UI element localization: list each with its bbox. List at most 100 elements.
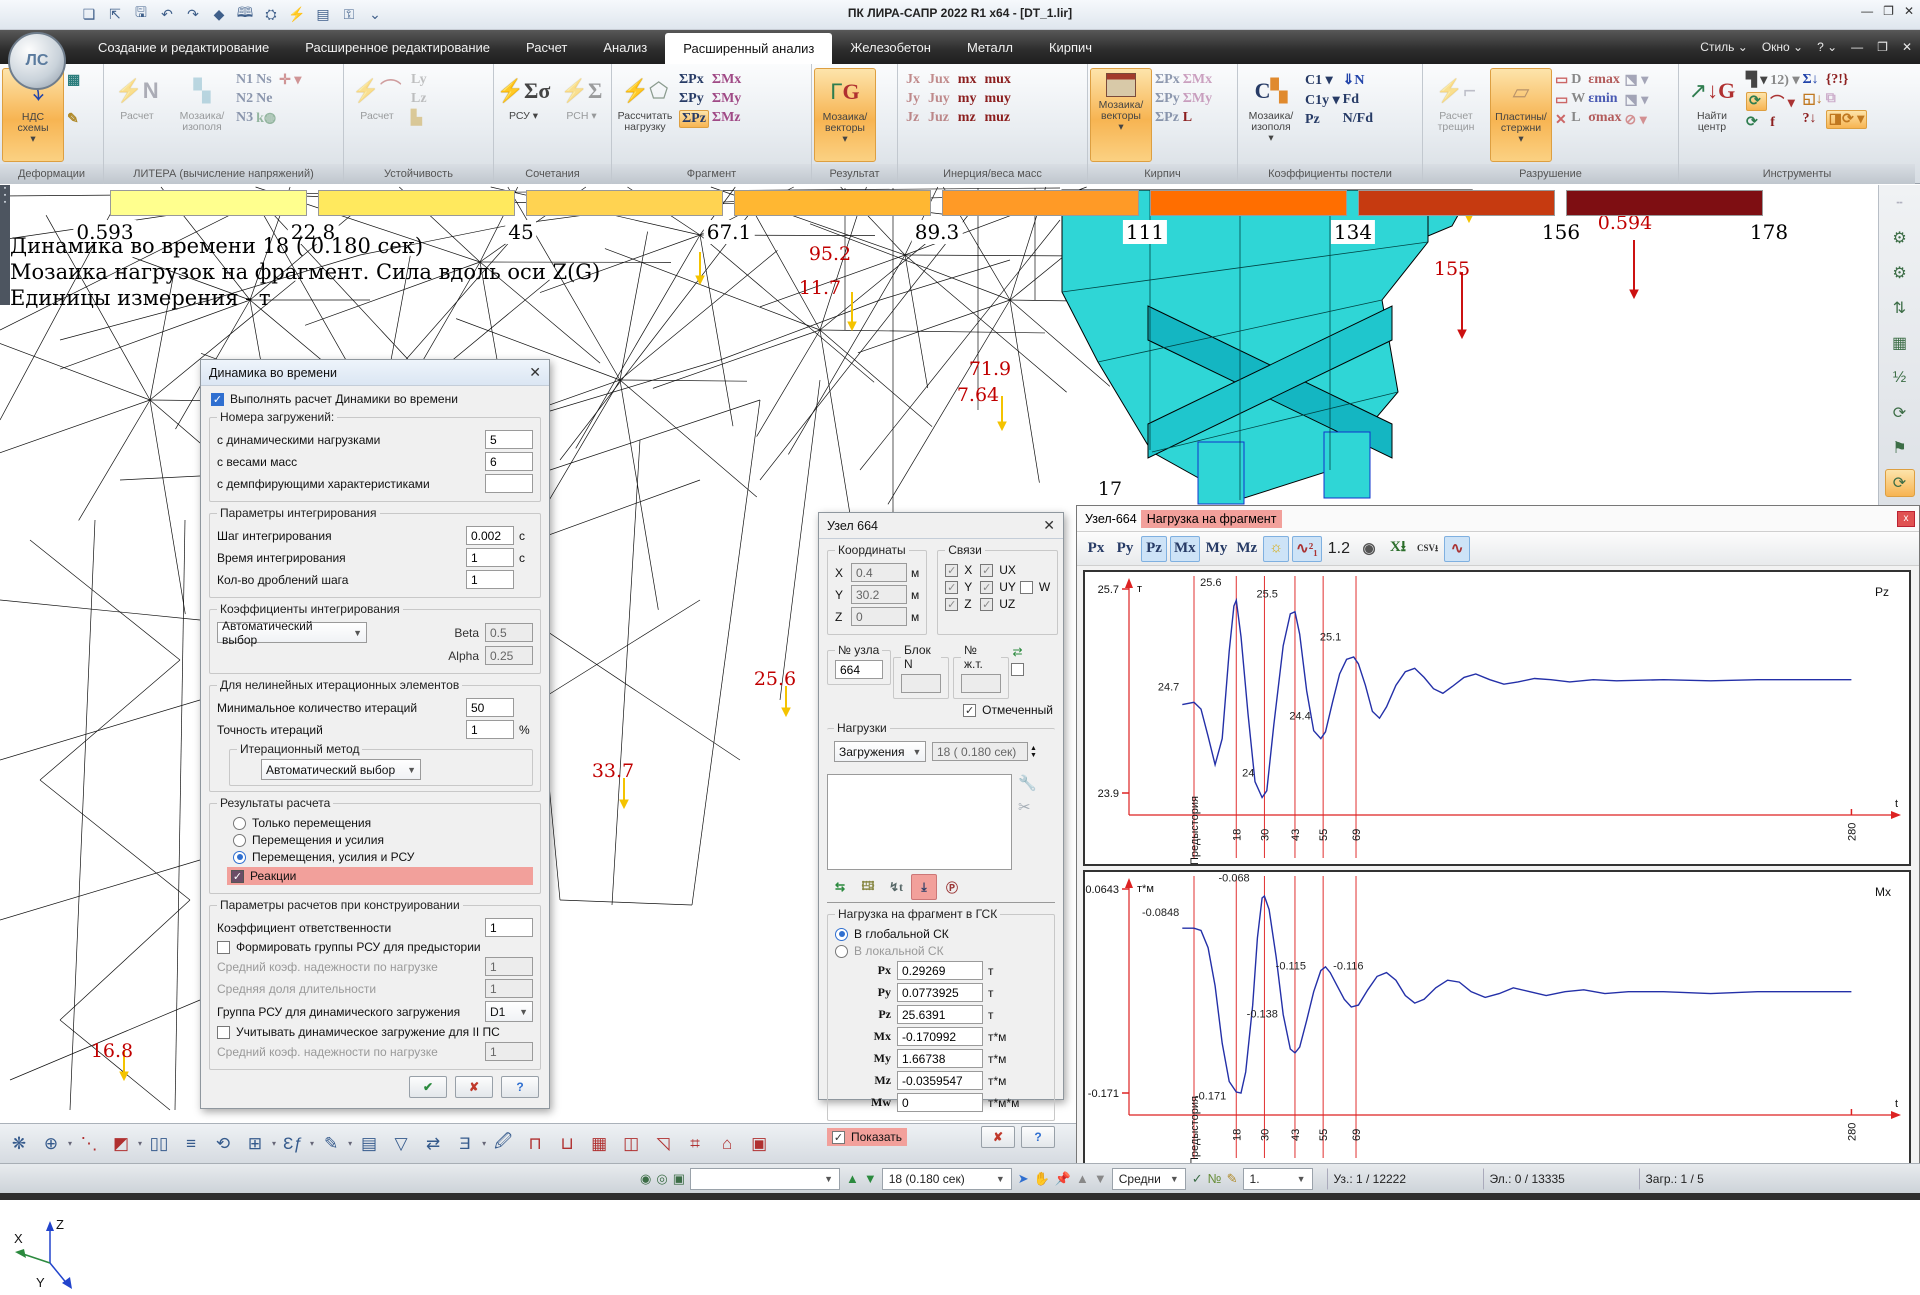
red-nodes-icon[interactable]: ⋱ (74, 1129, 104, 1159)
two-charts-icon[interactable]: ∿²₁ (1292, 536, 1322, 562)
apply-icon[interactable]: ✓ (1192, 1171, 1203, 1187)
close-button-2[interactable]: ✕ (1902, 40, 1912, 54)
tab-6[interactable]: Металл (949, 30, 1031, 64)
sum-py-button[interactable]: ΣPy (679, 91, 709, 107)
form-rsu-groups-checkbox[interactable] (217, 941, 230, 954)
frame-beam-icon[interactable]: ⊓ (520, 1129, 550, 1159)
integration-step-input[interactable] (466, 526, 514, 545)
colorbar-pick-icon[interactable]: ▜ ▾ (1746, 72, 1767, 89)
brick-l-button[interactable]: L (1183, 110, 1212, 126)
litera-calc-button[interactable]: ⚡N Расчет (106, 68, 168, 162)
damping-input[interactable] (485, 474, 533, 493)
n-fd-button[interactable]: N/Fd (1343, 111, 1373, 127)
pencil-ruler-icon[interactable]: ✎ (67, 111, 89, 128)
bulb-icon[interactable]: ☼ (1263, 536, 1289, 562)
next-step-icon[interactable]: ▼ (864, 1171, 877, 1186)
frame-pink-icon[interactable]: �ௗ (67, 92, 89, 108)
tab-p-circle[interactable]: Ⓟ (939, 874, 965, 900)
mx-chart[interactable]: -0.0643-0.171Предыстория1830435569280т*м… (1083, 870, 1911, 1166)
sort-order-icon[interactable]: ⇅ (1885, 294, 1915, 322)
shear-max-icon[interactable]: ⬔ ▾ (1625, 72, 1649, 89)
camera-icon[interactable]: ◉ (1356, 536, 1382, 562)
dynamic-ii-ps-checkbox[interactable] (217, 1026, 230, 1039)
dynamics-dialog-titlebar[interactable]: Динамика во времени✕ (201, 360, 549, 386)
pz-chart[interactable]: 25.723.9Предыстория1830435569280тPzt24.7… (1083, 570, 1911, 866)
load-mz-input[interactable] (897, 1071, 983, 1090)
reactions-checkbox[interactable]: ✓ (231, 870, 244, 883)
px-chart-button[interactable]: Px (1083, 536, 1109, 562)
load-my-input[interactable] (897, 1049, 983, 1068)
tab-0[interactable]: Создание и редактирование (80, 30, 287, 64)
menu-help[interactable]: ? ⌄ (1817, 40, 1837, 54)
jy-button[interactable]: Jy (906, 91, 920, 107)
ne-button[interactable]: Ne (256, 91, 276, 107)
responsibility-coef-input[interactable] (485, 918, 533, 937)
restraint-z-checkbox[interactable]: ✓ (945, 598, 958, 611)
bedding-mosaic-button[interactable]: C▚ Мозаика/ изополя▾ (1240, 68, 1302, 162)
show-checkbox[interactable]: ✓ (832, 1131, 845, 1144)
projection-icon[interactable]: ▯▯ (144, 1129, 174, 1159)
numbering-icon[interactable]: № (1208, 1171, 1222, 1186)
marked-checkbox[interactable]: ✓ (963, 704, 976, 717)
help-button[interactable]: ? (501, 1076, 539, 1098)
my-chart-button[interactable]: My (1203, 536, 1231, 562)
frame-slab-icon[interactable]: ▦ (584, 1129, 614, 1159)
sigma-max-button[interactable]: σmax (1588, 110, 1621, 126)
rsu-group-combo[interactable]: D1▼ (485, 1001, 533, 1022)
scale-combo[interactable]: 1.▼ (1243, 1168, 1313, 1190)
close-icon[interactable]: ✕ (529, 364, 541, 381)
sum-pz-button[interactable]: ΣPz (679, 110, 709, 128)
jx-button[interactable]: Jx (906, 72, 920, 88)
element-function-icon[interactable]: Ɛƒ (278, 1129, 308, 1159)
iteration-method-combo[interactable]: Автоматический выбор▼ (261, 759, 421, 780)
load-pz-input[interactable] (897, 1005, 983, 1024)
run-dynamics-checkbox[interactable]: ✓ (211, 393, 224, 406)
pan-hand-icon[interactable]: ✋ (1034, 1171, 1050, 1187)
sum-mz-button[interactable]: ΣMz (712, 110, 741, 126)
juy-button[interactable]: Juy (928, 91, 950, 107)
moment-curve-icon[interactable]: ⌒ ▾ (1770, 92, 1799, 112)
grid-icon[interactable]: ⊞ (240, 1129, 270, 1159)
add-load-icon[interactable]: 🔧 (1018, 774, 1037, 792)
mx-chart-button[interactable]: Mx (1170, 536, 1200, 562)
dynamic-loads-input[interactable] (485, 430, 533, 449)
lira-logo[interactable]: ЛС (8, 32, 66, 90)
dropdown-caret-icon[interactable]: ▾ (482, 1139, 486, 1148)
find-center-button[interactable]: ↗↓G Найти центр (1681, 68, 1743, 162)
step-divisions-input[interactable] (466, 570, 514, 589)
tab-4[interactable]: Расширенный анализ (665, 33, 832, 64)
lz-button[interactable]: Lz (411, 91, 427, 107)
min-iterations-input[interactable] (466, 698, 514, 717)
jux-button[interactable]: Jux (928, 72, 950, 88)
k-globe-icon[interactable]: k◍ (256, 110, 276, 127)
local-cs-radio[interactable] (835, 945, 848, 958)
jz-button[interactable]: Jz (906, 110, 920, 126)
blocks-icon[interactable]: ▤ (354, 1129, 384, 1159)
restraint-w-checkbox[interactable] (1020, 581, 1033, 594)
brush-icon[interactable]: 🖉 (488, 1129, 518, 1159)
block-cursor-icon[interactable]: ▣ (673, 1171, 685, 1187)
pan-view-icon[interactable]: ⊕ (36, 1129, 66, 1159)
block-input[interactable] (901, 674, 941, 693)
frame-grid-icon[interactable]: ▦ (67, 72, 89, 89)
tab-3[interactable]: Анализ (585, 30, 665, 64)
node-number-input[interactable] (835, 660, 883, 679)
rotate-3d-icon[interactable]: ⟲ (208, 1129, 238, 1159)
coord-z-input[interactable] (851, 607, 907, 626)
node-dialog-titlebar[interactable]: Узел 664✕ (819, 513, 1063, 539)
radio-displacements-only[interactable] (233, 817, 246, 830)
refresh-mosaic-icon[interactable]: ⟳ (1746, 92, 1767, 111)
coord-y-input[interactable] (851, 585, 907, 604)
average-combo[interactable]: Средни▼ (1112, 1168, 1186, 1190)
tab-2[interactable]: Расчет (508, 30, 585, 64)
brick-sum-my-button[interactable]: ΣMy (1183, 91, 1212, 107)
zoom-label[interactable]: 1.2 (1325, 536, 1353, 562)
refresh-mosaic-2-icon[interactable]: ⟳ (1746, 114, 1767, 131)
alpha-input[interactable] (485, 646, 533, 665)
curves-icon[interactable]: ∿ (1444, 536, 1470, 562)
brick-mosaic-vectors-button[interactable]: Мозаика/ векторы▾ (1090, 68, 1152, 162)
n2-button[interactable]: N2 (236, 91, 253, 107)
coord-x-input[interactable] (851, 563, 907, 582)
node-help-button[interactable]: ? (1021, 1126, 1055, 1148)
dropdown-caret-icon[interactable]: ▾ (348, 1139, 352, 1148)
